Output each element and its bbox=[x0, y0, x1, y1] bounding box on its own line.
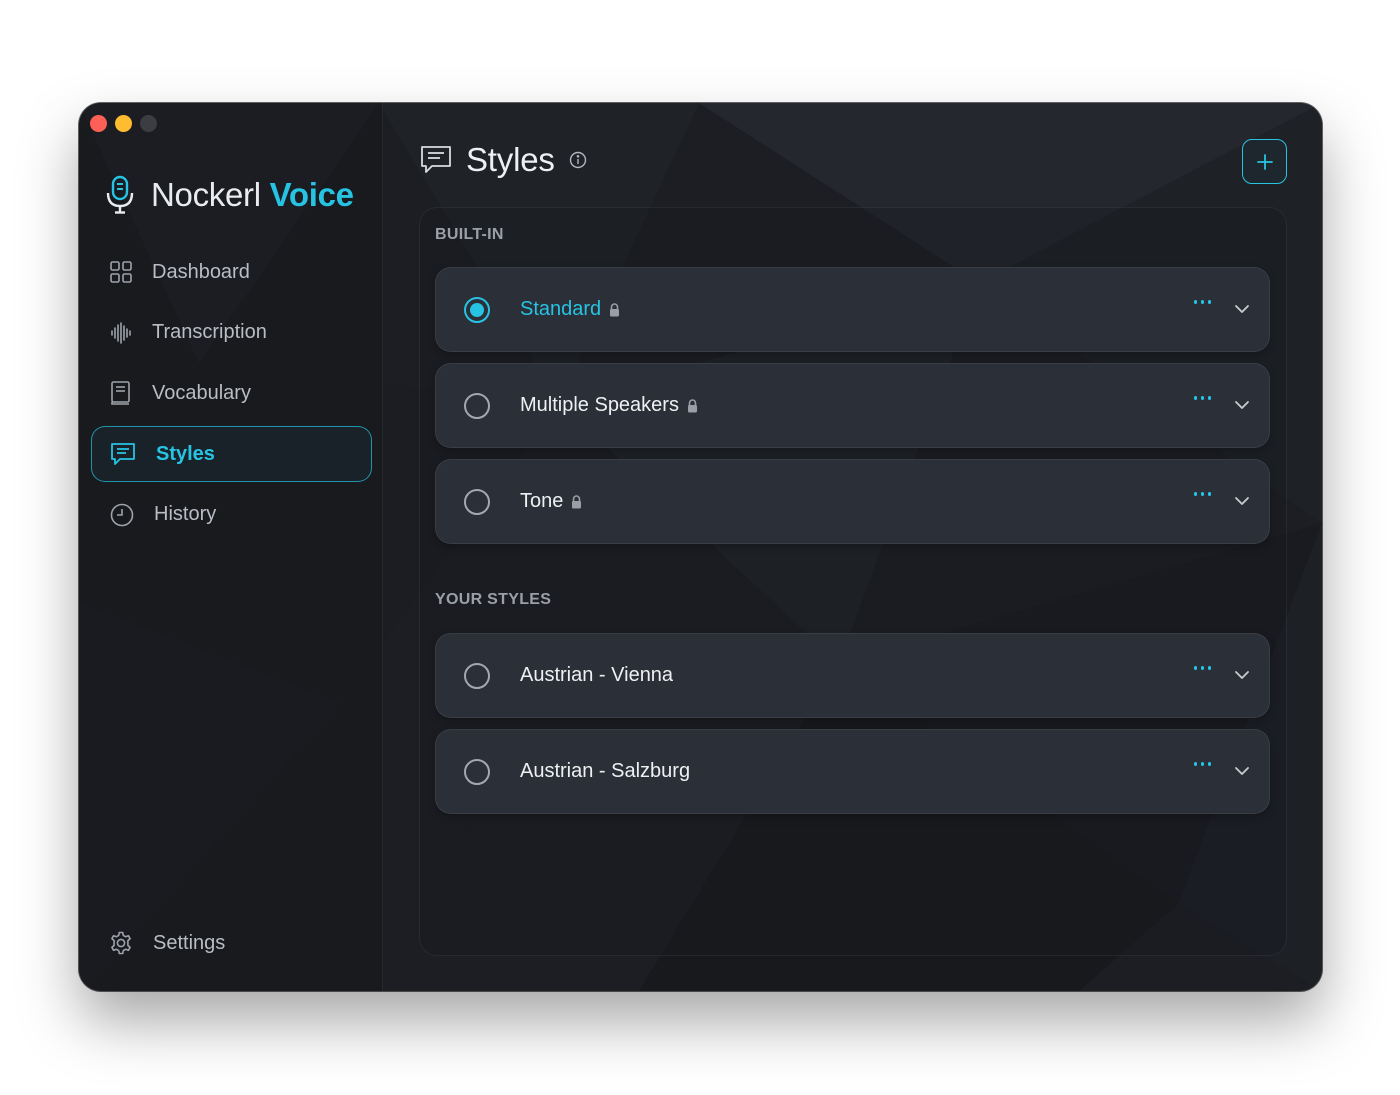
zoom-window-button[interactable] bbox=[140, 115, 157, 132]
style-name: Austrian - Salzburg bbox=[520, 760, 690, 783]
chat-lines-icon bbox=[421, 146, 451, 173]
styles-panel: BUILT-IN Standard Multiple Speakers Tone… bbox=[419, 207, 1287, 956]
style-card-tone[interactable]: Tone bbox=[435, 459, 1270, 544]
sidebar-item-settings[interactable]: Settings bbox=[91, 915, 372, 971]
style-radio[interactable] bbox=[464, 392, 490, 419]
book-icon bbox=[111, 381, 130, 406]
sidebar-item-history[interactable]: History bbox=[91, 487, 372, 543]
app-window: Nockerl Voice Dashboard Transcription Vo… bbox=[79, 103, 1322, 991]
style-radio[interactable] bbox=[464, 488, 490, 515]
style-card-austrian-vienna[interactable]: Austrian - Vienna bbox=[435, 633, 1270, 718]
style-name-text: Austrian - Vienna bbox=[520, 664, 674, 686]
lock-icon bbox=[572, 494, 582, 508]
chevron-down-icon[interactable] bbox=[1233, 762, 1251, 780]
style-card-multiple-speakers[interactable]: Multiple Speakers bbox=[435, 363, 1270, 448]
sidebar-item-label: Vocabulary bbox=[152, 381, 251, 404]
chevron-down-icon[interactable] bbox=[1233, 492, 1251, 510]
style-name: Standard bbox=[520, 298, 620, 321]
style-card-austrian-salzburg[interactable]: Austrian - Salzburg bbox=[435, 729, 1270, 814]
more-options-button[interactable] bbox=[1193, 300, 1211, 304]
sidebar-item-vocabulary[interactable]: Vocabulary bbox=[91, 365, 372, 421]
style-name-text: Austrian - Salzburg bbox=[520, 760, 691, 782]
waveform-icon bbox=[111, 321, 131, 344]
grid-icon bbox=[110, 261, 132, 283]
more-options-button[interactable] bbox=[1193, 666, 1211, 670]
style-radio[interactable] bbox=[464, 662, 490, 689]
settings-label: Settings bbox=[153, 931, 226, 954]
style-card-standard[interactable]: Standard bbox=[435, 267, 1270, 352]
add-style-button[interactable] bbox=[1242, 139, 1287, 184]
lock-icon bbox=[610, 302, 620, 316]
sidebar-item-label: Dashboard bbox=[152, 260, 250, 283]
style-radio[interactable] bbox=[464, 296, 490, 323]
more-options-button[interactable] bbox=[1193, 396, 1211, 400]
gear-icon bbox=[111, 931, 131, 955]
sidebar-item-dashboard[interactable]: Dashboard bbox=[91, 244, 372, 300]
sidebar-nav: Dashboard Transcription Vocabulary Style… bbox=[91, 244, 372, 547]
style-name-text: Tone bbox=[520, 490, 564, 512]
section-label-your-styles: YOUR STYLES bbox=[435, 591, 552, 608]
style-name: Multiple Speakers bbox=[520, 394, 698, 417]
style-name-text: Multiple Speakers bbox=[520, 394, 679, 416]
lock-icon bbox=[687, 398, 697, 412]
close-window-button[interactable] bbox=[90, 115, 107, 132]
sidebar: Nockerl Voice Dashboard Transcription Vo… bbox=[79, 103, 383, 991]
brand-accent: Voice bbox=[269, 176, 354, 213]
sidebar-item-label: History bbox=[154, 503, 217, 526]
more-options-button[interactable] bbox=[1193, 762, 1211, 766]
sidebar-item-label: Transcription bbox=[152, 321, 267, 344]
info-icon[interactable] bbox=[569, 151, 587, 169]
window-controls bbox=[90, 115, 157, 132]
main-content: Styles BUILT-IN Standard Multiple Speake… bbox=[384, 103, 1322, 991]
brand-name: Nockerl Voice bbox=[151, 176, 354, 214]
plus-icon bbox=[1256, 153, 1273, 170]
more-options-button[interactable] bbox=[1193, 492, 1211, 496]
chevron-down-icon[interactable] bbox=[1233, 300, 1251, 318]
sidebar-item-label: Styles bbox=[156, 442, 215, 465]
style-name: Tone bbox=[520, 490, 582, 513]
page-title: Styles bbox=[466, 141, 555, 178]
sidebar-item-transcription[interactable]: Transcription bbox=[91, 305, 372, 361]
clock-icon bbox=[110, 503, 134, 527]
brand-primary: Nockerl bbox=[151, 176, 261, 213]
style-radio[interactable] bbox=[464, 758, 490, 785]
brand-logo: Nockerl Voice bbox=[105, 175, 354, 215]
chevron-down-icon[interactable] bbox=[1233, 396, 1251, 414]
chevron-down-icon[interactable] bbox=[1233, 666, 1251, 684]
chat-lines-icon bbox=[111, 443, 135, 465]
style-name-text: Standard bbox=[520, 298, 602, 320]
style-name: Austrian - Vienna bbox=[520, 664, 673, 687]
section-label-builtin: BUILT-IN bbox=[435, 226, 504, 243]
sidebar-item-styles[interactable]: Styles bbox=[91, 426, 372, 483]
microphone-icon bbox=[106, 175, 134, 214]
minimize-window-button[interactable] bbox=[115, 115, 132, 132]
page-header: Styles bbox=[420, 141, 587, 179]
